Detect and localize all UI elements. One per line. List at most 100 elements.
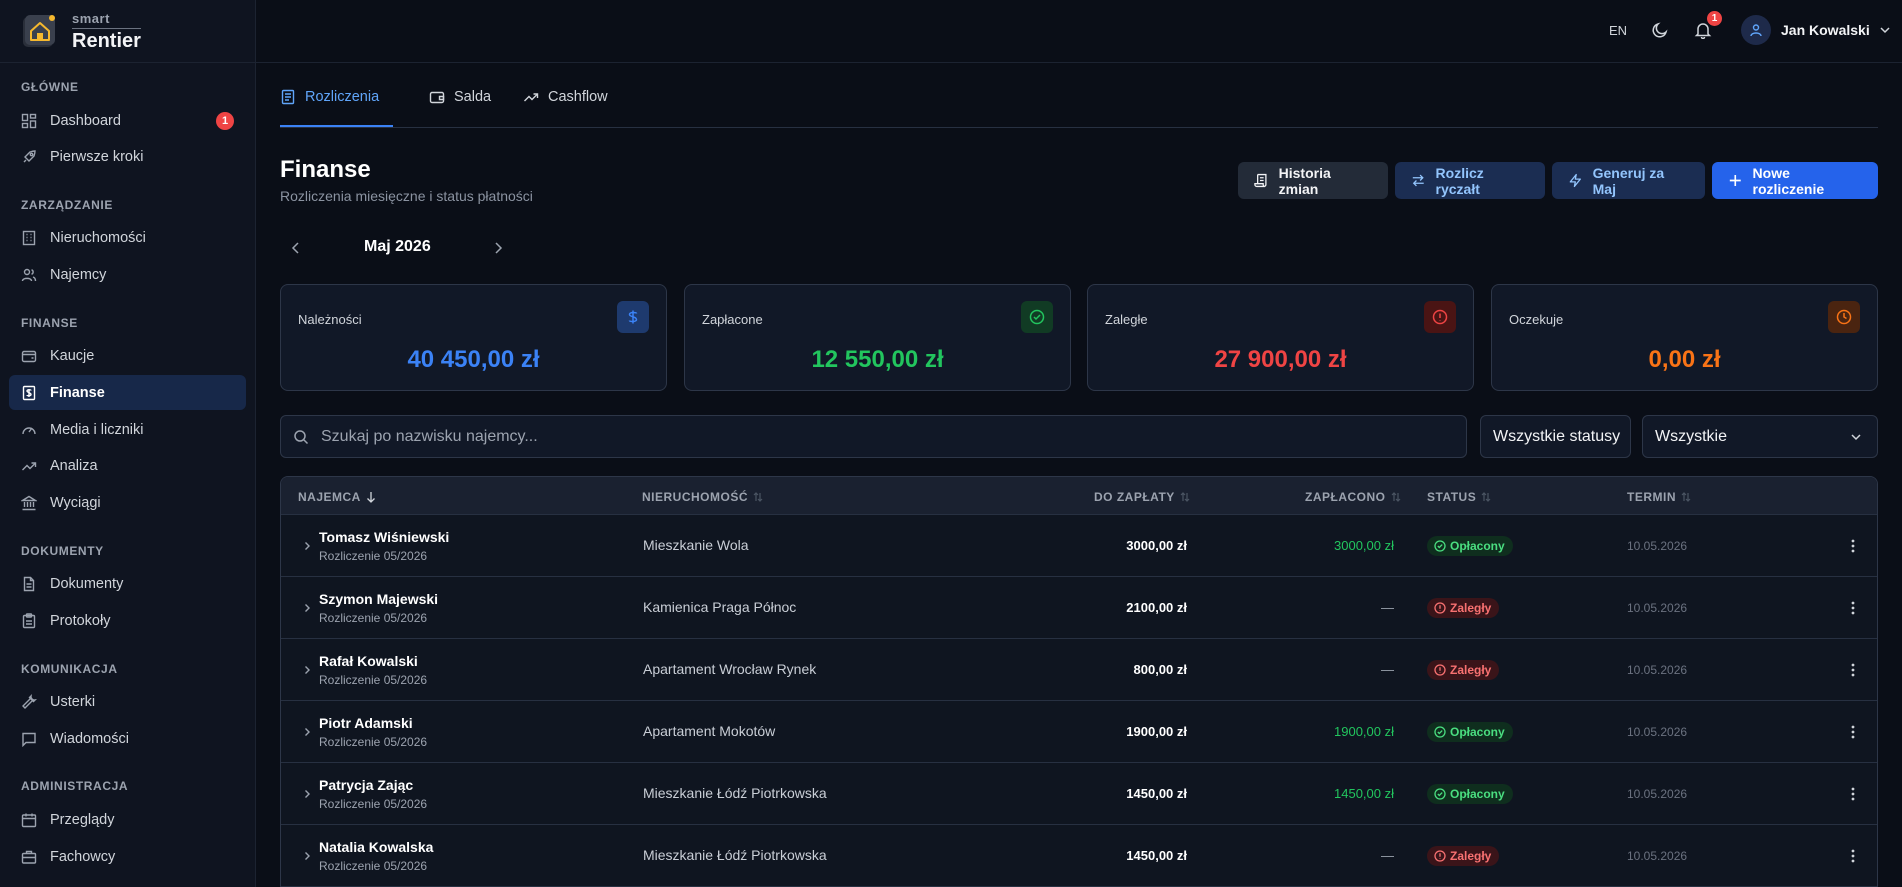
property-name: Apartament Mokotów xyxy=(643,723,776,739)
chevron-right-icon[interactable] xyxy=(301,664,313,676)
generate-button[interactable]: Generuj za Maj xyxy=(1552,162,1705,199)
status-label: Opłacony xyxy=(1450,787,1505,801)
sidebar-item-specialists[interactable]: Fachowcy xyxy=(9,839,246,874)
card-label: Oczekuje xyxy=(1509,312,1564,327)
chevron-right-icon[interactable] xyxy=(301,602,313,614)
sidebar-item-utilities[interactable]: Media i liczniki xyxy=(9,412,246,447)
table-row[interactable]: Natalia Kowalska Rozliczenie 05/2026 Miesz… xyxy=(281,825,1877,887)
user-menu[interactable]: Jan Kowalski xyxy=(1741,15,1892,45)
tab-label: Rozliczenia xyxy=(305,89,380,105)
sidebar-item-analysis[interactable]: Analiza xyxy=(9,449,246,484)
card-value: 27 900,00 zł xyxy=(1214,346,1347,373)
brand-small-text: smart xyxy=(72,10,110,26)
sidebar-item-label: Dashboard xyxy=(50,112,121,129)
lump-sum-button[interactable]: Rozlicz ryczałt xyxy=(1395,162,1545,199)
more-vertical-icon[interactable] xyxy=(1844,785,1862,803)
dashboard-badge: 1 xyxy=(216,112,234,130)
status-badge: Opłacony xyxy=(1427,536,1513,556)
status-label: Zaległy xyxy=(1450,601,1492,615)
sidebar-item-documents[interactable]: Dokumenty xyxy=(9,567,246,602)
sidebar-item-first-steps[interactable]: Pierwsze kroki xyxy=(9,140,246,175)
sidebar-item-deposits[interactable]: Kaucje xyxy=(9,339,246,374)
check-circle-icon xyxy=(1434,726,1450,738)
more-vertical-icon[interactable] xyxy=(1844,661,1862,679)
column-header-paid[interactable]: ZAPŁACONO xyxy=(1305,490,1401,504)
history-button[interactable]: Historia zmian xyxy=(1238,162,1388,199)
column-header-property[interactable]: NIERUCHOMOŚĆ xyxy=(642,490,763,504)
sidebar-item-inspections[interactable]: Przeglądy xyxy=(9,802,246,837)
sort-icon xyxy=(1180,492,1190,502)
alert-circle-icon xyxy=(1434,602,1450,614)
more-vertical-icon[interactable] xyxy=(1844,537,1862,555)
table-row[interactable]: Piotr Adamski Rozliczenie 05/2026 Apartame… xyxy=(281,701,1877,763)
tab-label: Salda xyxy=(454,89,492,105)
chevron-right-icon[interactable] xyxy=(301,850,313,862)
sidebar-item-protocols[interactable]: Protokoły xyxy=(9,604,246,639)
clock-icon xyxy=(1828,301,1860,333)
sidebar-item-statements[interactable]: Wyciągi xyxy=(9,486,246,521)
table-row[interactable]: Patrycja Zając Rozliczenie 05/2026 Mieszka… xyxy=(281,763,1877,825)
card-overdue: Zaległe 27 900,00 zł xyxy=(1087,284,1474,391)
amount-due: 800,00 zł xyxy=(1133,662,1188,677)
property-name: Mieszkanie Wola xyxy=(643,537,749,553)
status-badge: Zaległy xyxy=(1427,846,1500,866)
status-filter-select[interactable]: Wszystkie statusy xyxy=(1480,415,1631,458)
more-vertical-icon[interactable] xyxy=(1844,723,1862,741)
sidebar-item-label: Protokoły xyxy=(50,613,111,630)
chevron-right-icon[interactable] xyxy=(301,540,313,552)
sidebar-item-messages[interactable]: Wiadomości xyxy=(9,721,246,756)
sidebar-item-faults[interactable]: Usterki xyxy=(9,685,246,720)
table-row[interactable]: Tomasz Wiśniewski Rozliczenie 05/2026 Mies… xyxy=(281,515,1877,577)
more-vertical-icon[interactable] xyxy=(1844,847,1862,865)
amount-due: 1450,00 zł xyxy=(1126,786,1187,801)
dollar-icon xyxy=(617,301,649,333)
chevron-left-icon[interactable] xyxy=(288,240,304,256)
property-name: Mieszkanie Łódź Piotrkowska xyxy=(643,847,827,863)
trending-up-icon xyxy=(22,462,37,471)
search-input[interactable] xyxy=(321,427,1421,446)
tenant-name: Natalia Kowalska xyxy=(319,839,434,855)
dashboard-icon xyxy=(21,113,37,128)
filter-bar: Wszystkie statusy Wszystkie xyxy=(280,415,1878,458)
scroll-icon xyxy=(1254,173,1267,188)
sidebar-item-tenants[interactable]: Najemcy xyxy=(9,258,246,293)
brand[interactable]: smart Rentier xyxy=(0,0,255,63)
alert-circle-icon xyxy=(1424,301,1456,333)
generate-button-label: Generuj za Maj xyxy=(1592,164,1665,197)
plus-icon xyxy=(1729,175,1741,186)
more-vertical-icon[interactable] xyxy=(1844,599,1862,617)
calendar-icon xyxy=(21,813,37,828)
tab-settlements[interactable]: Rozliczenia xyxy=(280,89,393,127)
check-circle-icon xyxy=(1021,301,1053,333)
sidebar-item-properties[interactable]: Nieruchomości xyxy=(9,221,246,256)
column-header-due[interactable]: DO ZAPŁATY xyxy=(1094,490,1190,504)
tab-balances[interactable]: Salda xyxy=(429,89,491,127)
chevron-right-icon[interactable] xyxy=(301,788,313,800)
chevron-right-icon[interactable] xyxy=(490,240,506,256)
rocket-icon xyxy=(23,150,36,163)
new-settlement-button[interactable]: Nowe rozliczenie xyxy=(1712,162,1878,199)
settlement-period: Rozliczenie 05/2026 xyxy=(319,859,428,873)
status-label: Opłacony xyxy=(1450,539,1505,553)
table-row[interactable]: Rafał Kowalski Rozliczenie 05/2026 Apartam… xyxy=(281,639,1877,701)
sidebar-item-finances[interactable]: Finanse xyxy=(9,375,246,411)
column-header-term[interactable]: TERMIN xyxy=(1627,490,1691,504)
amount-paid: — xyxy=(1381,600,1394,615)
column-header-status[interactable]: STATUS xyxy=(1427,490,1491,504)
property-filter-select[interactable]: Wszystkie xyxy=(1642,415,1878,458)
column-label: TERMIN xyxy=(1627,490,1676,504)
moon-icon[interactable] xyxy=(1651,21,1669,39)
settlement-period: Rozliczenie 05/2026 xyxy=(319,735,428,749)
users-icon xyxy=(21,268,37,282)
nav-section-title: ZARZĄDZANIE xyxy=(21,197,113,212)
status-label: Zaległy xyxy=(1450,849,1492,863)
column-header-tenant[interactable]: NAJEMCA xyxy=(298,490,376,504)
card-value: 0,00 zł xyxy=(1648,346,1721,373)
sidebar-item-dashboard[interactable]: Dashboard 1 xyxy=(9,103,246,138)
chevron-right-icon[interactable] xyxy=(301,726,313,738)
language-switch[interactable]: EN xyxy=(1609,23,1627,38)
search-box[interactable] xyxy=(280,415,1467,458)
alert-circle-icon xyxy=(1434,664,1450,676)
table-row[interactable]: Szymon Majewski Rozliczenie 05/2026 Kamien… xyxy=(281,577,1877,639)
tab-cashflow[interactable]: Cashflow xyxy=(523,89,608,127)
